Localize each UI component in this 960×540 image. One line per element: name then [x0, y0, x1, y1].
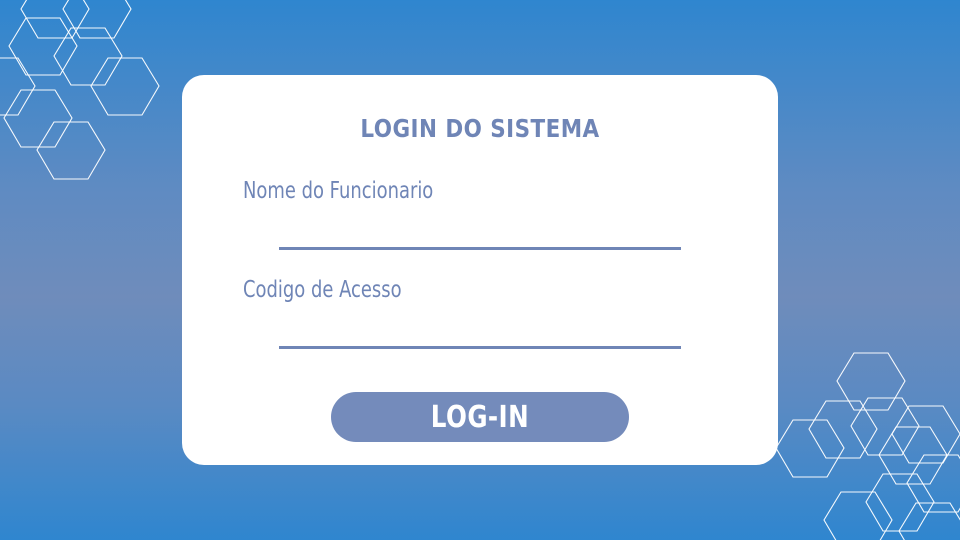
- hexagon-pattern-top-left: [0, 0, 160, 180]
- hexagon-pattern-bottom-right: [775, 352, 960, 540]
- login-button-label: LOG-IN: [430, 399, 530, 435]
- username-input[interactable]: [279, 210, 681, 250]
- login-button[interactable]: LOG-IN: [331, 392, 629, 442]
- username-label: Nome do Funcionario: [243, 178, 434, 204]
- login-title: LOGIN DO SISTEMA: [360, 114, 600, 143]
- access-code-input[interactable]: [279, 309, 681, 349]
- access-code-label: Codigo de Acesso: [243, 277, 402, 303]
